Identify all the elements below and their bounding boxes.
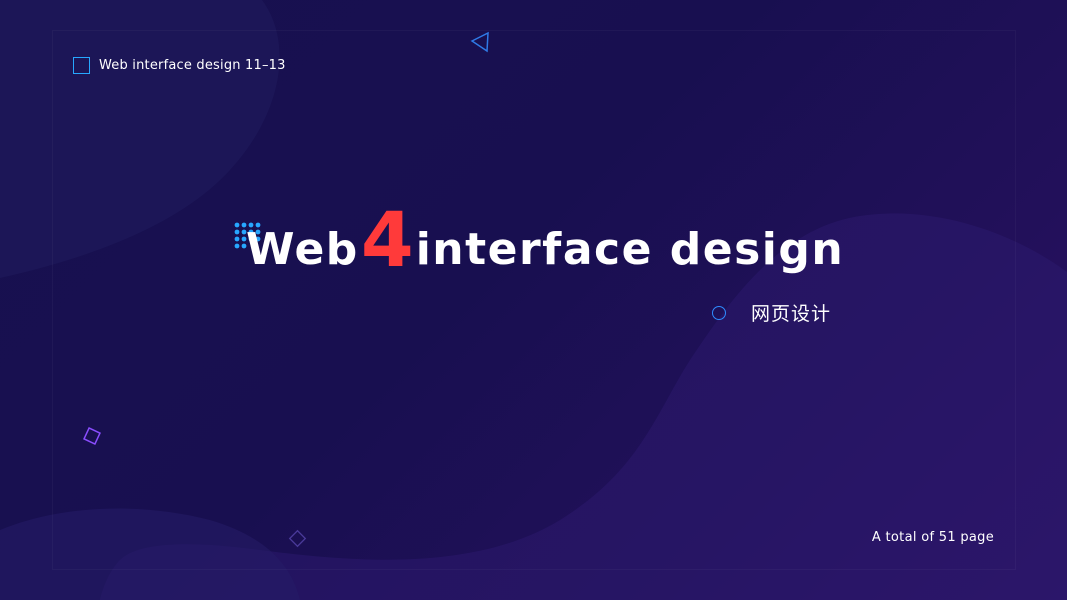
title-accent-number: 4 [360,195,414,284]
page-total: A total of 51 page [871,530,994,545]
content-frame [52,30,1016,570]
circle-outline-icon [712,306,726,320]
square-outline-icon [73,56,90,74]
slide: Web interface design 11–13 Web 4 interfa… [0,0,1067,600]
chinese-subtitle: 网页设计 [751,303,832,325]
header: Web interface design 11–13 [73,55,286,75]
header-subtitle: Web interface design 11–13 [99,57,286,73]
title-word-interface-design: interface design [415,224,845,275]
page-title: Web 4 interface design [246,195,845,284]
title-word-web: Web [246,224,359,275]
